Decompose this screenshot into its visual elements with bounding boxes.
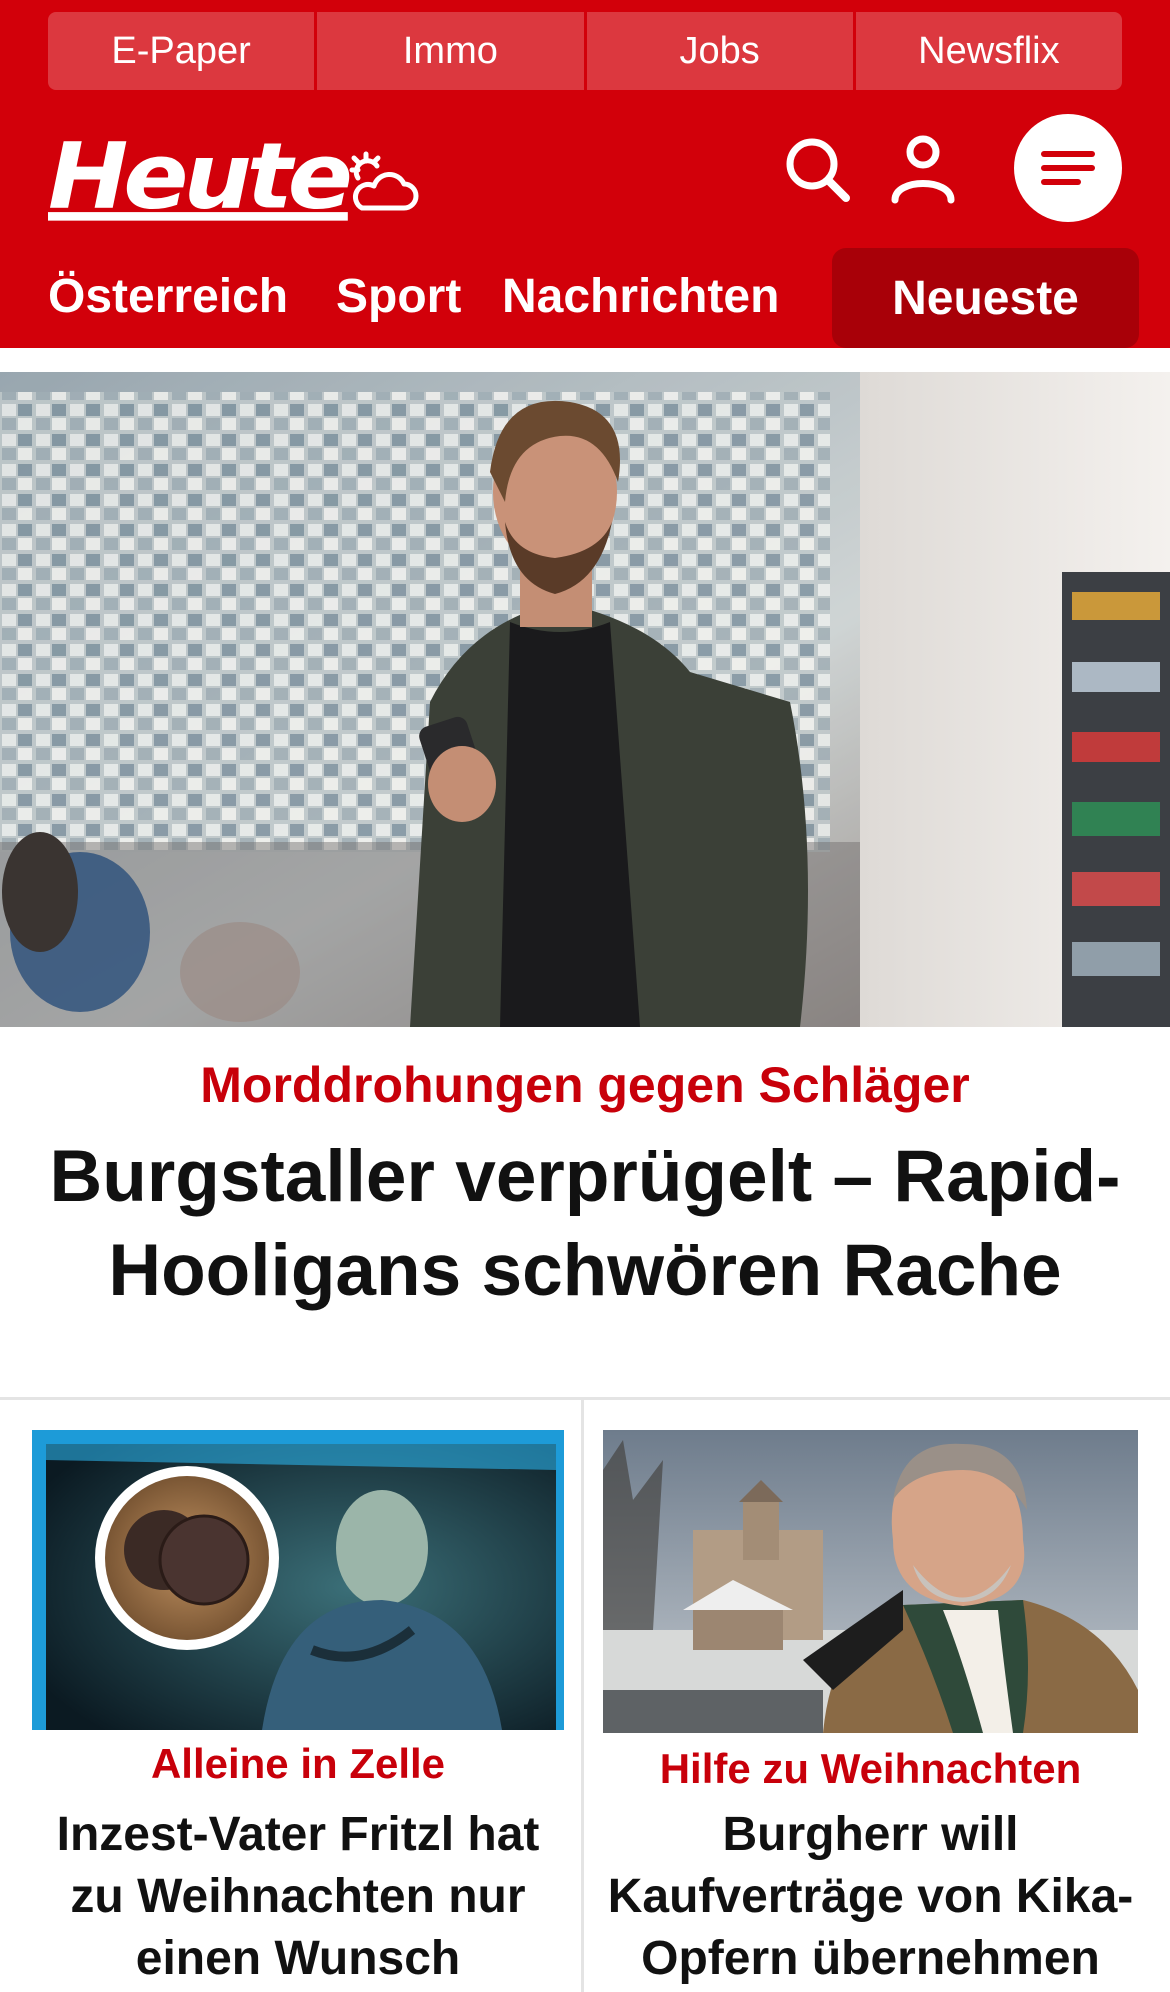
menu-icon-line xyxy=(1041,165,1095,171)
divider xyxy=(581,1400,584,1992)
service-link-jobs[interactable]: Jobs xyxy=(586,12,856,90)
site-logo[interactable]: Heute xyxy=(48,130,353,221)
teaser-kicker: Alleine in Zelle xyxy=(150,1740,446,1787)
menu-button[interactable] xyxy=(1014,114,1122,222)
service-link-newsflix[interactable]: Newsflix xyxy=(855,12,1122,90)
menu-icon-line xyxy=(1041,151,1095,157)
teaser-headline: Burgherr will Kaufverträge von Kika-Opfe… xyxy=(607,1808,1134,1985)
divider xyxy=(0,1397,1170,1400)
teaser-card[interactable]: Hilfe zu Weihnachten Burgherr will Kaufv… xyxy=(603,1430,1138,1992)
site-header: E-Paper Immo Jobs Newsflix Heute Österre… xyxy=(0,0,1170,348)
teaser-image xyxy=(32,1430,564,1730)
menu-icon-line xyxy=(1041,179,1081,185)
weather-partly-cloudy-icon[interactable] xyxy=(348,150,420,214)
service-link-immo[interactable]: Immo xyxy=(317,12,587,90)
service-link-epaper[interactable]: E-Paper xyxy=(48,12,318,90)
nav-item-sport[interactable]: Sport xyxy=(336,246,461,348)
search-icon[interactable] xyxy=(782,134,852,204)
nav-item-nachrichten[interactable]: Nachrichten xyxy=(502,246,779,348)
nav-item-oesterreich[interactable]: Österreich xyxy=(48,246,288,348)
teaser-kicker: Hilfe zu Weihnachten xyxy=(659,1745,1082,1792)
teaser-image xyxy=(603,1430,1138,1733)
hero-headline: Burgstaller verprügelt – Rapid-Hooligans… xyxy=(49,1136,1121,1311)
user-icon[interactable] xyxy=(890,134,956,204)
teaser-card[interactable]: Alleine in Zelle Inzest-Vater Fritzl hat… xyxy=(32,1430,564,1992)
hero-image xyxy=(0,372,1170,1027)
teaser-headline: Inzest-Vater Fritzl hat zu Weihnachten n… xyxy=(56,1808,540,1985)
service-bar: E-Paper Immo Jobs Newsflix xyxy=(48,12,1122,90)
hero-kicker: Morddrohungen gegen Schläger xyxy=(200,1057,970,1113)
nav-item-neueste[interactable]: Neueste xyxy=(832,248,1139,348)
